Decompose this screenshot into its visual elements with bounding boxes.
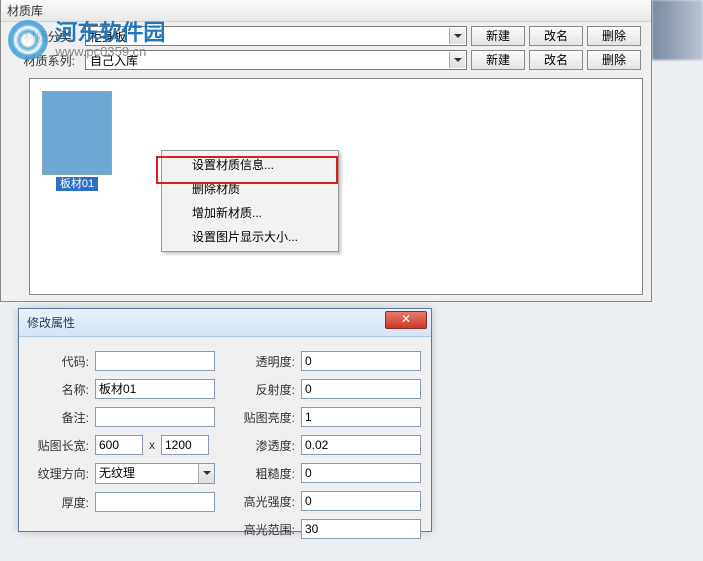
category-combo[interactable]: 柜身板 [85,26,467,46]
category-row: 材质分类: 柜身板 新建 改名 删除 [1,22,651,46]
properties-dialog: 修改属性 ✕ 代码: 名称: 板材01 备注: 贴图长宽: 600 x 1200 [18,308,432,532]
name-input[interactable]: 板材01 [95,379,215,399]
remark-label: 备注: [29,409,89,426]
map-height-input[interactable]: 1200 [161,435,209,455]
series-row: 材质系列: 自己入库 新建 改名 删除 [1,46,651,70]
series-value: 自己入库 [90,52,138,69]
mapbright-input[interactable]: 1 [301,407,421,427]
background-blur [652,0,703,60]
material-item[interactable]: 板材01 [42,91,112,191]
map-width-input[interactable]: 600 [95,435,143,455]
specrange-label: 高光范围: [235,521,295,538]
context-menu: 设置材质信息... 删除材质 增加新材质... 设置图片显示大小... [161,150,339,252]
reflect-input[interactable]: 0 [301,379,421,399]
series-new-button[interactable]: 新建 [471,50,525,70]
close-icon: ✕ [401,312,411,326]
texdir-select[interactable]: 无纹理 [95,463,215,484]
mapsize-label: 贴图长宽: [29,437,89,454]
thickness-label: 厚度: [29,494,89,511]
menu-add-material[interactable]: 增加新材质... [164,201,336,225]
opacity-label: 透明度: [235,353,295,370]
series-delete-button[interactable]: 删除 [587,50,641,70]
material-label: 板材01 [56,177,98,191]
series-label: 材质系列: [11,52,81,69]
material-thumbnail[interactable] [42,91,112,175]
menu-delete-material[interactable]: 删除材质 [164,177,336,201]
texdir-label: 纹理方向: [29,465,89,482]
category-rename-button[interactable]: 改名 [529,26,583,46]
specrange-input[interactable]: 30 [301,519,421,539]
rough-label: 粗糙度: [235,465,295,482]
dialog-body: 代码: 名称: 板材01 备注: 贴图长宽: 600 x 1200 纹理方向: … [19,337,431,561]
series-combo[interactable]: 自己入库 [85,50,467,70]
permeate-input[interactable]: 0.02 [301,435,421,455]
name-label: 名称: [29,381,89,398]
category-value: 柜身板 [90,28,126,45]
thickness-input[interactable] [95,492,215,512]
left-column: 代码: 名称: 板材01 备注: 贴图长宽: 600 x 1200 纹理方向: … [29,351,215,547]
chevron-down-icon[interactable] [449,28,465,44]
category-label: 材质分类: [11,28,81,45]
menu-set-material-info[interactable]: 设置材质信息... [164,153,336,177]
texdir-value: 无纹理 [99,466,135,480]
permeate-label: 渗透度: [235,437,295,454]
specstr-input[interactable]: 0 [301,491,421,511]
material-library-panel: 材质库 材质分类: 柜身板 新建 改名 删除 材质系列: 自己入库 新建 改名 … [0,0,652,302]
code-label: 代码: [29,353,89,370]
reflect-label: 反射度: [235,381,295,398]
panel-title: 材质库 [1,0,651,22]
close-button[interactable]: ✕ [385,311,427,329]
chevron-down-icon[interactable] [198,464,214,483]
remark-input[interactable] [95,407,215,427]
menu-set-image-size[interactable]: 设置图片显示大小... [164,225,336,249]
chevron-down-icon[interactable] [449,52,465,68]
right-column: 透明度: 0 反射度: 0 贴图亮度: 1 渗透度: 0.02 粗糙度: 0 高… [235,351,421,547]
dialog-title[interactable]: 修改属性 ✕ [19,309,431,337]
dialog-title-text: 修改属性 [27,316,75,330]
code-input[interactable] [95,351,215,371]
series-rename-button[interactable]: 改名 [529,50,583,70]
category-delete-button[interactable]: 删除 [587,26,641,46]
mapbright-label: 贴图亮度: [235,409,295,426]
rough-input[interactable]: 0 [301,463,421,483]
x-multiplier: x [149,438,155,452]
opacity-input[interactable]: 0 [301,351,421,371]
category-new-button[interactable]: 新建 [471,26,525,46]
specstr-label: 高光强度: [235,493,295,510]
